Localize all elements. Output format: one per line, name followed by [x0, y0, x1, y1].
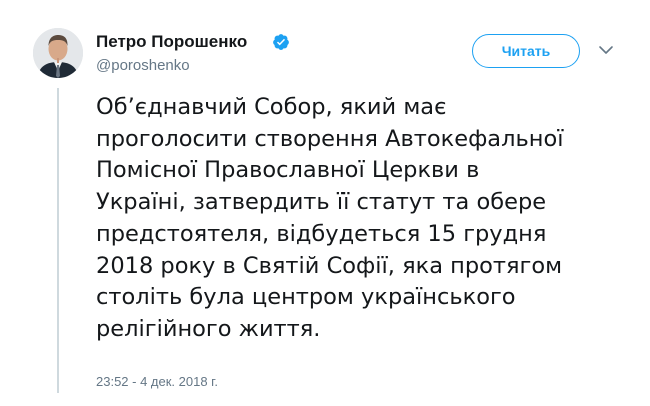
tweet-text-line: Помісної Православної Церкви в [96, 157, 480, 184]
tweet-timestamp[interactable]: 23:52 - 4 дек. 2018 г. [96, 373, 218, 391]
avatar-image [33, 28, 83, 78]
thread-line [57, 88, 59, 393]
tweet-text-line: предстоятеля, відбудеться 15 грудня [96, 220, 547, 247]
tweet-text-line: Об’єднавчий Собор, який має [96, 94, 447, 120]
tweet-text: Об’єднавчий Собор, який має проголосити … [96, 92, 626, 346]
author-name[interactable]: Петро Порошенко [96, 31, 247, 53]
tweet-text-line: Україні, затвердить її статут та обере [96, 189, 547, 216]
chevron-down-icon[interactable] [598, 44, 614, 56]
tweet-text-line: релігійного життя. [96, 315, 321, 342]
tweet-text-line: 2018 року в Святій Софії, яка протягом [96, 252, 563, 279]
tweet-text-line: проголосити створення Автокефальної [96, 125, 564, 152]
tweet-text-line: століть була центром українського [96, 284, 516, 311]
follow-button[interactable]: Читать [472, 34, 580, 68]
author-handle[interactable]: @poroshenko [96, 57, 190, 75]
avatar[interactable] [33, 28, 83, 78]
tweet-card: Петро Порошенко @poroshenko Читать Об’єд… [0, 0, 650, 406]
verified-badge-icon [273, 34, 289, 50]
